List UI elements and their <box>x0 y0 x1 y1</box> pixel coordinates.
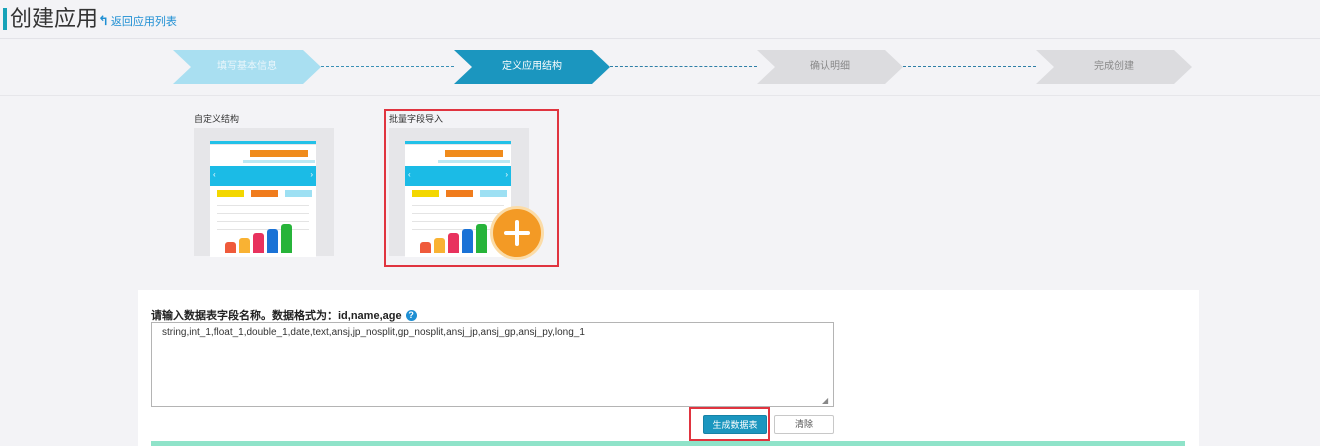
page-header: 创建应用 ↰ 返回应用列表 <box>0 0 1320 39</box>
title-accent-bar <box>3 8 7 30</box>
return-arrow-icon: ↰ <box>98 13 109 28</box>
prompt-text: 请输入数据表字段名称。数据格式为：id,name,age <box>151 310 402 322</box>
page-title: 创建应用 <box>10 6 99 31</box>
field-names-textarea[interactable]: string,int_1,float_1,double_1,date,text,… <box>151 322 834 407</box>
result-bar <box>151 441 1185 446</box>
step-label: 定义应用结构 <box>502 61 562 72</box>
back-to-app-list-link[interactable]: ↰ 返回应用列表 <box>98 13 177 29</box>
step-connector <box>903 66 1036 67</box>
field-input-prompt: 请输入数据表字段名称。数据格式为：id,name,age ? <box>151 307 417 323</box>
generate-table-button[interactable]: 生成数据表 <box>703 415 767 434</box>
step-label: 填写基本信息 <box>217 61 277 72</box>
wizard-steps: 填写基本信息 定义应用结构 确认明细 完成创建 <box>0 39 1320 96</box>
resize-grip-icon[interactable]: ◢ <box>822 396 828 405</box>
question-icon[interactable]: ? <box>405 309 417 321</box>
template-label: 自定义结构 <box>194 114 240 124</box>
step-connector <box>610 66 757 67</box>
step-confirm-details: 确认明细 <box>757 50 903 84</box>
template-custom-structure[interactable]: 自定义结构 ‹ › <box>194 112 334 258</box>
step-label: 完成创建 <box>1094 61 1134 72</box>
selected-template-highlight <box>384 109 559 267</box>
clear-button[interactable]: 清除 <box>774 415 834 434</box>
dashboard-template-icon: ‹ › <box>194 128 334 257</box>
step-connector <box>321 66 454 67</box>
step-basic-info: 填写基本信息 <box>173 50 321 84</box>
step-label: 确认明细 <box>810 61 850 72</box>
step-complete: 完成创建 <box>1036 50 1192 84</box>
back-link-label: 返回应用列表 <box>110 16 177 28</box>
step-define-structure: 定义应用结构 <box>454 50 610 84</box>
